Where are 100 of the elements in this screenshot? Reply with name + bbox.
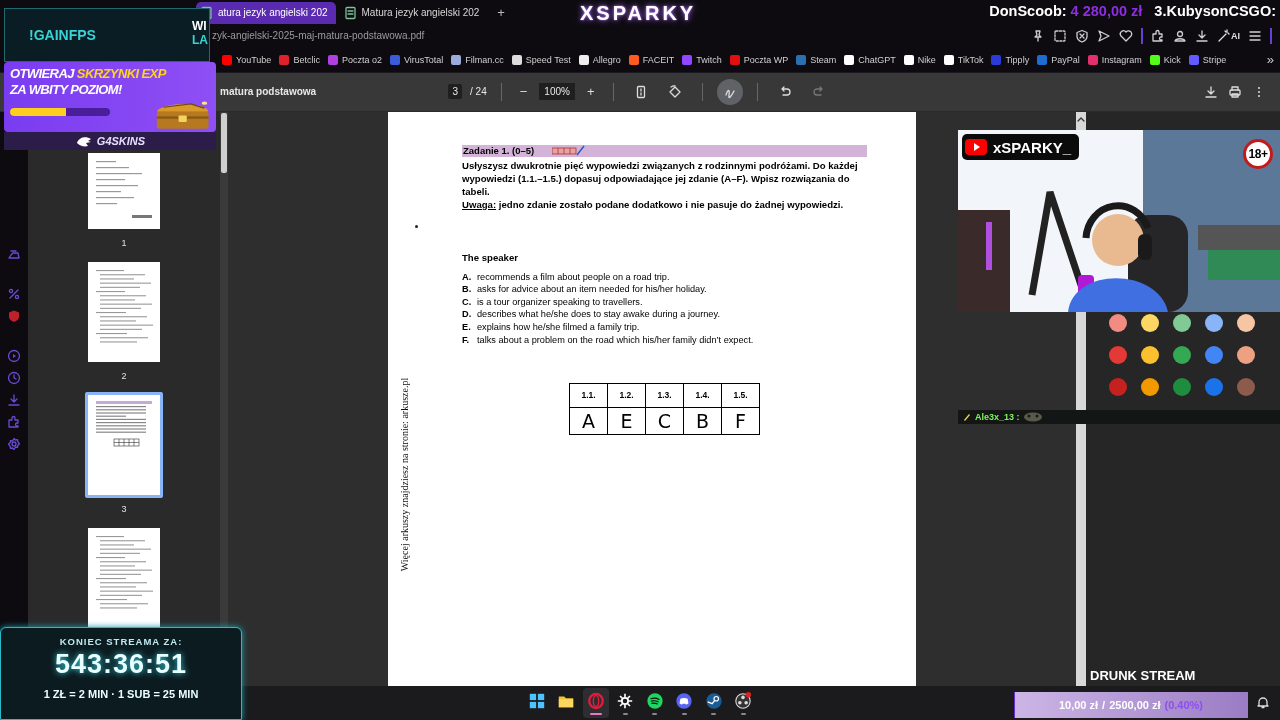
ai-button[interactable]: AI (1217, 28, 1240, 43)
color-swatch[interactable] (1205, 313, 1223, 332)
site-icon (1037, 54, 1048, 65)
bookmark[interactable]: Betclic (279, 54, 320, 65)
shield-icon (1075, 28, 1089, 43)
browser-tab[interactable]: Matura jezyk angielski 202 (339, 1, 488, 24)
taskbar-app[interactable] (583, 688, 609, 719)
site-icon (389, 54, 400, 65)
answer-cell[interactable]: A (569, 407, 608, 435)
option-text: asks for advice about an item needed for his/her holiday. (477, 284, 707, 295)
color-swatch[interactable] (1109, 377, 1127, 396)
color-swatch[interactable] (1237, 345, 1255, 364)
site-icon (796, 54, 807, 65)
answer-cell[interactable]: B (683, 407, 722, 435)
bookmark[interactable]: Stripe (1188, 54, 1227, 65)
color-swatch[interactable] (1141, 313, 1159, 332)
bookmark[interactable]: Twitch (682, 54, 722, 65)
color-swatch[interactable] (1237, 313, 1255, 332)
promo-text: ZA WBITY POZIOM! (10, 82, 123, 98)
site-icon (1087, 54, 1098, 65)
option-text: explains how he/she filmed a family trip. (477, 322, 640, 333)
site-icon (327, 54, 338, 65)
site-icon (511, 54, 522, 65)
option-letter: A. (462, 271, 471, 282)
top-donor: 3.KubysonCSGO: (1154, 3, 1276, 19)
bookmark[interactable]: YouTube (222, 54, 272, 65)
bookmark[interactable]: Nike (903, 54, 936, 65)
bookmark[interactable]: Filman.cc (451, 54, 504, 65)
notification-icon (1256, 695, 1270, 710)
document-icon (343, 5, 357, 20)
bookmark[interactable]: Steam (796, 54, 837, 65)
play-icon (7, 348, 21, 363)
table-header-cell: 1.2. (607, 383, 646, 408)
page-number-field[interactable]: 3 (448, 84, 463, 100)
color-swatch[interactable] (1173, 345, 1191, 364)
bookmark[interactable]: PayPal (1037, 54, 1080, 65)
document-title: matura podstawowa (220, 86, 317, 98)
heart-icon (1119, 28, 1133, 43)
page-number: 2 (121, 370, 127, 383)
color-swatch[interactable] (1109, 345, 1127, 364)
score-boxes-icon (552, 144, 586, 157)
color-swatch[interactable] (1205, 345, 1223, 364)
bookmark[interactable]: Instagram (1087, 54, 1142, 65)
zoom-in-button[interactable]: + (582, 84, 599, 100)
bookmark[interactable]: Poczta WP (729, 54, 789, 65)
timer-title: KONIEC STREAMA ZA: (59, 636, 183, 647)
color-swatch[interactable] (1173, 377, 1191, 396)
page-thumbnail[interactable] (85, 391, 163, 498)
answer-cell[interactable]: F (721, 407, 760, 435)
color-swatch[interactable] (1141, 345, 1159, 364)
side-note: Więcej arkuszy znajdziesz na stronie: arkusze.pl (398, 376, 410, 573)
page-number: 3 (121, 503, 127, 516)
draw-button[interactable] (716, 78, 743, 105)
bookmark[interactable]: Poczta o2 (327, 54, 382, 65)
color-swatch[interactable] (1109, 313, 1127, 332)
site-icon (991, 54, 1002, 65)
page-thumbnail[interactable] (85, 152, 163, 232)
zoom-out-button[interactable]: − (515, 84, 532, 100)
bookmark[interactable]: Speed Test (511, 54, 571, 65)
chat-username: Ale3x_13 : (975, 412, 1020, 422)
bookmark[interactable]: Kick (1149, 54, 1181, 65)
new-tab-button[interactable]: + (491, 1, 511, 24)
site-icon (729, 54, 740, 65)
steam-icon (704, 691, 723, 710)
bookmark[interactable]: TikTok (943, 54, 984, 65)
option-text: recommends a film about people on a road trip. (477, 271, 670, 282)
answer-cell[interactable]: E (607, 407, 646, 435)
account-icon (1173, 28, 1187, 43)
bookmark[interactable]: Tipply (991, 54, 1030, 65)
countdown: 543:36:51 (54, 649, 188, 680)
scrollbar-thumb[interactable] (221, 112, 227, 173)
percent-icon (7, 286, 21, 301)
site-icon (903, 54, 914, 65)
wand-icon (1217, 28, 1230, 43)
color-swatch[interactable] (1237, 377, 1255, 396)
table-header-cell: 1.4. (683, 383, 722, 408)
zoom-field[interactable]: 100% (539, 83, 575, 101)
more-bookmarks-button[interactable]: » (1266, 52, 1274, 68)
bookmark[interactable]: VirusTotal (389, 54, 444, 65)
download-icon (1204, 84, 1218, 99)
answer-cell[interactable]: C (645, 407, 684, 435)
rotate-icon (667, 84, 682, 99)
top-donor: DonScoob: 4 280,00 zł (989, 3, 1143, 19)
color-swatch[interactable] (1173, 313, 1191, 332)
section-heading: The speaker (462, 251, 519, 263)
banner-text: LA (192, 33, 209, 47)
table-header-cell: 1.5. (721, 383, 760, 408)
option-letter: E. (462, 322, 471, 333)
clock-icon (7, 370, 21, 385)
color-swatch[interactable] (1141, 377, 1159, 396)
puzzle-icon (1151, 28, 1165, 43)
table-header-cell: 1.3. (645, 383, 684, 408)
send-icon (1097, 28, 1111, 43)
bookmark[interactable]: Allegro (578, 54, 621, 65)
music-icon (645, 691, 664, 710)
bookmark[interactable]: ChatGPT (844, 54, 896, 65)
bookmark[interactable]: FACEIT (628, 54, 675, 65)
address-field[interactable]: zyk-angielski-2025-maj-matura-podstawowa.pdf (212, 30, 425, 42)
color-swatch[interactable] (1205, 377, 1223, 396)
chat-icon (675, 691, 694, 710)
